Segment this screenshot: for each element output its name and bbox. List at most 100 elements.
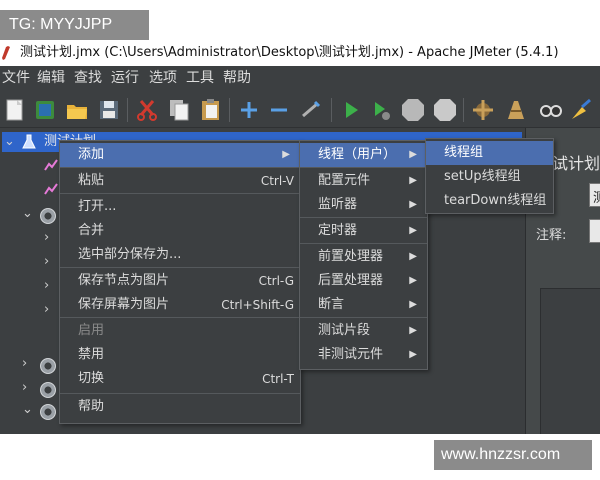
comment-field[interactable] (589, 219, 600, 243)
context-menu-item-toggle[interactable]: 切换 Ctrl-T (60, 367, 300, 391)
context-menu: 添加 ▶ 粘贴 Ctrl-V 打开... 合并 选中部分保存为... 保存节点为图片… (59, 140, 301, 424)
chevron-right-icon[interactable]: › (44, 230, 49, 245)
add-submenu-item-threads[interactable]: 线程（用户） ▶ (300, 143, 427, 167)
menu-run[interactable]: 运行 (111, 69, 139, 87)
context-menu-item-save-selection[interactable]: 选中部分保存为... (60, 243, 300, 267)
gear-icon (40, 382, 56, 398)
chevron-right-icon[interactable]: › (44, 278, 49, 293)
watermark-top: TG: MYYJJPP (0, 10, 149, 40)
open-icon[interactable] (64, 97, 90, 123)
gear-icon (40, 404, 56, 420)
menu-separator (60, 167, 300, 168)
toggle-icon[interactable] (298, 97, 324, 123)
toolbar (0, 92, 600, 128)
toolbar-separator (229, 98, 230, 122)
name-field-value: 测 (593, 191, 600, 206)
expand-all-icon[interactable] (236, 97, 262, 123)
listener-icon (44, 183, 58, 195)
submenu-arrow-icon: ▶ (409, 325, 417, 336)
threads-submenu: 线程组 setUp线程组 tearDown线程组 (425, 138, 554, 214)
context-menu-item-add[interactable]: 添加 ▶ (60, 143, 300, 167)
add-submenu-item-listener[interactable]: 监听器 ▶ (300, 193, 427, 217)
comment-label: 注释: (536, 228, 567, 243)
add-submenu-item-postprocessor[interactable]: 后置处理器 ▶ (300, 269, 427, 293)
menu-options[interactable]: 选项 (149, 69, 177, 87)
clear-all-icon[interactable] (502, 97, 528, 123)
menu-separator (60, 193, 300, 194)
gear-icon (40, 358, 56, 374)
context-menu-item-help[interactable]: 帮助 (60, 395, 300, 419)
clear-icon[interactable] (470, 97, 496, 123)
context-menu-item-save-node-image[interactable]: 保存节点为图片 Ctrl-G (60, 269, 300, 293)
menu-search[interactable]: 查找 (74, 69, 102, 87)
submenu-arrow-icon: ▶ (409, 349, 417, 360)
chevron-right-icon[interactable]: › (22, 356, 27, 371)
submenu-arrow-icon: ▶ (409, 199, 417, 210)
submenu-arrow-icon: ▶ (409, 225, 417, 236)
add-submenu-item-non-test[interactable]: 非测试元件 ▶ (300, 343, 427, 367)
paste-icon[interactable] (198, 97, 224, 123)
shortcut-label: Ctrl-T (262, 372, 294, 386)
add-submenu-item-assertion[interactable]: 断言 ▶ (300, 293, 427, 317)
menu-file[interactable]: 文件 (2, 69, 30, 87)
submenu-arrow-icon: ▶ (282, 149, 290, 160)
submenu-arrow-icon: ▶ (409, 175, 417, 186)
context-menu-item-open[interactable]: 打开... (60, 195, 300, 219)
submenu-arrow-icon: ▶ (409, 275, 417, 286)
start-no-pauses-icon[interactable] (368, 97, 394, 123)
menu-separator (300, 317, 427, 318)
shutdown-icon[interactable] (432, 97, 458, 123)
variables-table (540, 288, 600, 434)
add-submenu-item-preprocessor[interactable]: 前置处理器 ▶ (300, 245, 427, 269)
threads-submenu-item-setup[interactable]: setUp线程组 (426, 165, 553, 189)
add-submenu-item-test-fragment[interactable]: 测试片段 ▶ (300, 319, 427, 343)
menu-help[interactable]: 帮助 (223, 69, 251, 87)
chevron-right-icon[interactable]: › (22, 380, 27, 395)
collapse-all-icon[interactable] (266, 97, 292, 123)
new-file-icon[interactable] (2, 97, 28, 123)
context-menu-item-merge[interactable]: 合并 (60, 219, 300, 243)
menu-separator (300, 217, 427, 218)
chevron-down-icon[interactable]: ⌄ (4, 132, 15, 152)
gear-icon (40, 208, 56, 224)
menu-bar: 文件 编辑 查找 运行 选项 工具 帮助 (0, 66, 600, 90)
threads-submenu-item-thread-group[interactable]: 线程组 (426, 141, 553, 165)
menu-tools[interactable]: 工具 (186, 69, 214, 87)
context-menu-item-paste[interactable]: 粘贴 Ctrl-V (60, 169, 300, 193)
context-menu-item-disable[interactable]: 禁用 (60, 343, 300, 367)
menu-separator (60, 393, 300, 394)
stop-icon[interactable] (400, 97, 426, 123)
panel-title: 试计划 (552, 154, 600, 173)
jmeter-window: 文件 编辑 查找 运行 选项 工具 帮助 ⌄ 测 试计划 (0, 66, 600, 434)
add-submenu-item-timer[interactable]: 定时器 ▶ (300, 219, 427, 243)
menu-separator (60, 317, 300, 318)
chevron-right-icon[interactable]: › (44, 302, 49, 317)
submenu-arrow-icon: ▶ (409, 299, 417, 310)
add-submenu: 线程（用户） ▶ 配置元件 ▶ 监听器 ▶ 定时器 ▶ 前置处理器 ▶ 后置处理器 ▶ 断言… (299, 140, 428, 370)
context-menu-item-save-screen-image[interactable]: 保存屏幕为图片 Ctrl+Shift-G (60, 293, 300, 317)
watermark-bottom: www.hnzzsr.com (434, 440, 592, 470)
menu-separator (60, 267, 300, 268)
add-submenu-item-config[interactable]: 配置元件 ▶ (300, 169, 427, 193)
toolbar-separator (463, 98, 464, 122)
save-icon[interactable] (96, 97, 122, 123)
name-field[interactable]: 测 (589, 183, 600, 207)
shortcut-label: Ctrl-G (258, 274, 294, 288)
reset-search-icon[interactable] (568, 97, 594, 123)
threads-submenu-item-teardown[interactable]: tearDown线程组 (426, 189, 553, 213)
submenu-arrow-icon: ▶ (409, 149, 417, 160)
chevron-down-icon[interactable]: ⌄ (22, 206, 33, 221)
copy-icon[interactable] (166, 97, 192, 123)
chevron-right-icon[interactable]: › (44, 254, 49, 269)
chevron-down-icon[interactable]: ⌄ (22, 402, 33, 417)
start-icon[interactable] (338, 97, 364, 123)
window-title: 测试计划.jmx (C:\Users\Administrator\Desktop… (20, 45, 559, 60)
search-icon[interactable] (538, 97, 564, 123)
templates-icon[interactable] (32, 97, 58, 123)
menu-separator (300, 243, 427, 244)
menu-separator (300, 167, 427, 168)
flask-icon (22, 134, 36, 149)
menu-edit[interactable]: 编辑 (37, 69, 65, 87)
cut-icon[interactable] (134, 97, 160, 123)
context-menu-item-enable[interactable]: 启用 (60, 319, 300, 343)
